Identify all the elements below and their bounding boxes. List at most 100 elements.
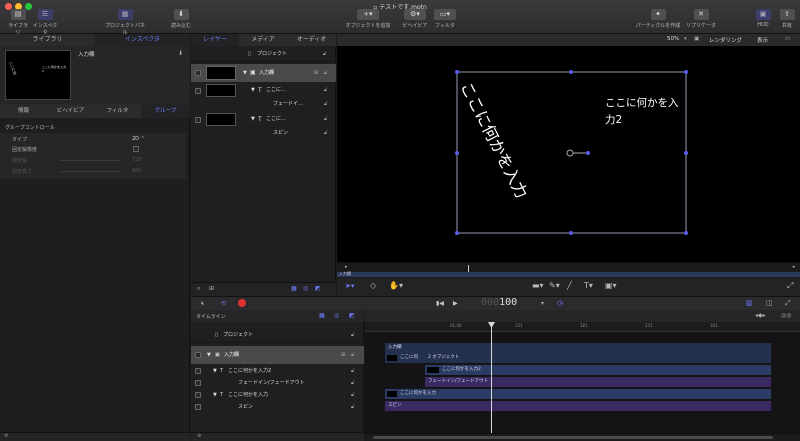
tab-behaviors[interactable]: ビヘイビア [47, 104, 94, 118]
timeline-bar-layer1[interactable]: ここに何かを入力 [385, 389, 771, 399]
anchor-point[interactable] [566, 149, 574, 157]
lock-icon[interactable]: 🔓︎ [323, 47, 326, 62]
save-preset-icon[interactable]: ⬇ [178, 50, 183, 57]
layer-visible-checkbox[interactable] [195, 368, 201, 374]
tl-row-project[interactable]: ▯ プロジェクト 🔓︎ [191, 328, 364, 343]
pen-tool-icon[interactable]: ✎▾ [549, 281, 560, 290]
chevron-down-icon[interactable]: ▾ [541, 300, 544, 307]
search-icon[interactable]: ⌕ [197, 285, 200, 293]
tab-filters[interactable]: フィルタ [94, 104, 141, 118]
rotation-knob[interactable] [586, 151, 590, 155]
tab-group[interactable]: グループ [141, 104, 190, 118]
disclosure-triangle-icon[interactable]: ▼ [207, 346, 211, 364]
mask-view-icon[interactable]: ◩ [349, 312, 355, 319]
audio-timeline-icon[interactable]: ◫ [766, 299, 773, 307]
timecode-mode-icon[interactable]: ◷ [557, 299, 563, 307]
keyframe-editor-icon[interactable]: ⤢ [785, 299, 791, 308]
rectangle-tool-icon[interactable]: ▬▾ [532, 281, 544, 290]
fullscreen-icon[interactable]: ⤢ [787, 281, 793, 291]
fixed-width-slider[interactable] [60, 160, 120, 161]
out-point-icon[interactable]: ◂ [792, 264, 795, 270]
lock-icon[interactable]: 🔓︎ [324, 112, 327, 127]
view-menu[interactable]: 表示 [757, 36, 768, 44]
playhead[interactable] [491, 322, 492, 441]
canvas[interactable]: ここに何かを入力 ここに何かを入 力2 [337, 46, 800, 262]
layer2-visible-checkbox[interactable] [195, 117, 201, 123]
behavior-visible-checkbox[interactable] [195, 380, 201, 386]
add-icon[interactable]: ⊕ [197, 433, 201, 439]
behaviors-button[interactable]: ⚙▾ ビヘイビア [400, 9, 430, 33]
group-options-icon[interactable]: ⊞ [314, 64, 318, 82]
lock-icon[interactable]: 🔓︎ [351, 346, 354, 364]
replicator-button[interactable]: ✕ リプリケータ [686, 9, 716, 33]
behavior-view-icon[interactable]: ◎ [303, 285, 308, 292]
lock-icon[interactable]: 🔓︎ [351, 328, 354, 343]
timeline-bar-layer2[interactable]: ここに何かを入力2 [425, 365, 771, 375]
timeline-tracks[interactable]: ◂◆▸ ◎◎ 01:00 121 181 241 301 入力欄 ここに何 2 … [365, 310, 800, 441]
paint-stroke-icon[interactable]: ╱ [567, 281, 572, 290]
layer-view-icon[interactable]: ▦ [319, 312, 325, 319]
layer1-visible-checkbox[interactable] [195, 88, 201, 94]
tab-media[interactable]: メディア [239, 34, 287, 46]
timecode-display[interactable]: 000100 [481, 297, 517, 308]
lock-icon[interactable]: 🔓︎ [351, 389, 354, 401]
disclosure-triangle-icon[interactable]: ▼ [213, 389, 217, 401]
tab-library[interactable]: ライブラリ [0, 34, 95, 46]
type-popup[interactable]: 2D ⌃ [132, 136, 145, 142]
keyframe-nav-icon[interactable]: ◂◆▸ [755, 312, 766, 319]
lock-icon[interactable]: 🔓︎ [351, 365, 354, 377]
layer-view-icon[interactable]: ▦ [291, 285, 297, 292]
layer-row-behavior2[interactable]: スピン 🔓︎ [191, 126, 336, 141]
add-object-button[interactable]: +▾ オブジェクトを追加 [340, 9, 396, 33]
lock-icon[interactable]: 🔓︎ [324, 97, 327, 112]
tl-row-group[interactable]: ▼ ▣ 入力欄 ⊞ 🔓︎ [191, 346, 364, 364]
tl-row-fade[interactable]: フェードイン/フェードアウト 🔓︎ [191, 377, 364, 389]
inspector-button[interactable]: ☰ インスペクタ [32, 9, 58, 36]
timeline-bar-spin[interactable]: スピン [385, 401, 771, 411]
tab-audio[interactable]: オーディオ [287, 34, 336, 46]
window-layout-icon[interactable]: ▭ [785, 36, 790, 42]
select-tool-icon[interactable]: ➤▾ [345, 282, 354, 290]
zoom-popup[interactable]: 50% [667, 36, 679, 42]
pan-tool-icon[interactable]: ✋▾ [389, 281, 403, 290]
tl-row-layer1[interactable]: ▼ T ここに何かを入力 🔓︎ [191, 389, 364, 401]
scroll-thumb[interactable] [373, 436, 773, 439]
tab-layers[interactable]: レイヤー [191, 34, 239, 46]
disclosure-triangle-icon[interactable]: ▼ [251, 112, 255, 127]
disclosure-triangle-icon[interactable]: ▼ [243, 64, 247, 82]
shape-tool-icon[interactable]: ◇ [370, 281, 376, 290]
behavior-view-icon[interactable]: ◎ [334, 312, 339, 319]
mini-playhead[interactable] [468, 265, 469, 272]
disclosure-triangle-icon[interactable]: ▼ [251, 83, 255, 98]
timeline-bar-group[interactable]: 入力欄 [385, 343, 771, 353]
mask-view-icon[interactable]: ◩ [315, 285, 321, 292]
import-button[interactable]: ⬇ 読み込む [168, 9, 194, 33]
share-button[interactable]: ⇪ 共有 [776, 9, 798, 33]
fixed-width-value[interactable]: 720 [132, 157, 142, 163]
project-panel-button[interactable]: ▦ プロジェクトパネル [103, 9, 147, 36]
render-menu[interactable]: レンダリング [709, 36, 742, 44]
timeline-scrollbar[interactable] [365, 433, 800, 441]
tab-inspector[interactable]: インスペクタ [95, 34, 190, 46]
layer-row-project[interactable]: ▯ プロジェクト 🔓︎ [191, 47, 336, 62]
play-icon[interactable]: ▶ [453, 300, 458, 307]
timeline-ruler[interactable]: 01:00 121 181 241 301 [365, 322, 800, 332]
mute-audio-icon[interactable]: 🔇︎ [201, 300, 205, 308]
group-options-icon[interactable]: ⊞ [341, 346, 345, 364]
lock-icon[interactable]: 🔓︎ [324, 83, 327, 98]
text-layer-2[interactable]: ここに何かを入 力2 [605, 95, 679, 129]
group-visible-checkbox[interactable] [195, 70, 201, 76]
group-visible-checkbox[interactable] [195, 352, 201, 358]
in-point-icon[interactable]: ▸ [345, 264, 348, 270]
tab-properties[interactable]: 情報 [0, 104, 47, 118]
disclosure-triangle-icon[interactable]: ▼ [213, 365, 217, 377]
behavior-visible-checkbox[interactable] [195, 404, 201, 410]
lock-icon[interactable]: 🔓︎ [324, 126, 327, 141]
go-to-start-icon[interactable]: ▮◀ [436, 300, 444, 307]
tl-row-spin[interactable]: スピン 🔓︎ [191, 401, 364, 413]
color-channels-icon[interactable]: ▣ [694, 36, 699, 42]
settings-icon[interactable]: ⚙ [4, 433, 8, 439]
filters-button[interactable]: ▭▾ フィルタ [432, 9, 458, 33]
lock-icon[interactable]: 🔓︎ [351, 377, 354, 389]
layer-visible-checkbox[interactable] [195, 392, 201, 398]
